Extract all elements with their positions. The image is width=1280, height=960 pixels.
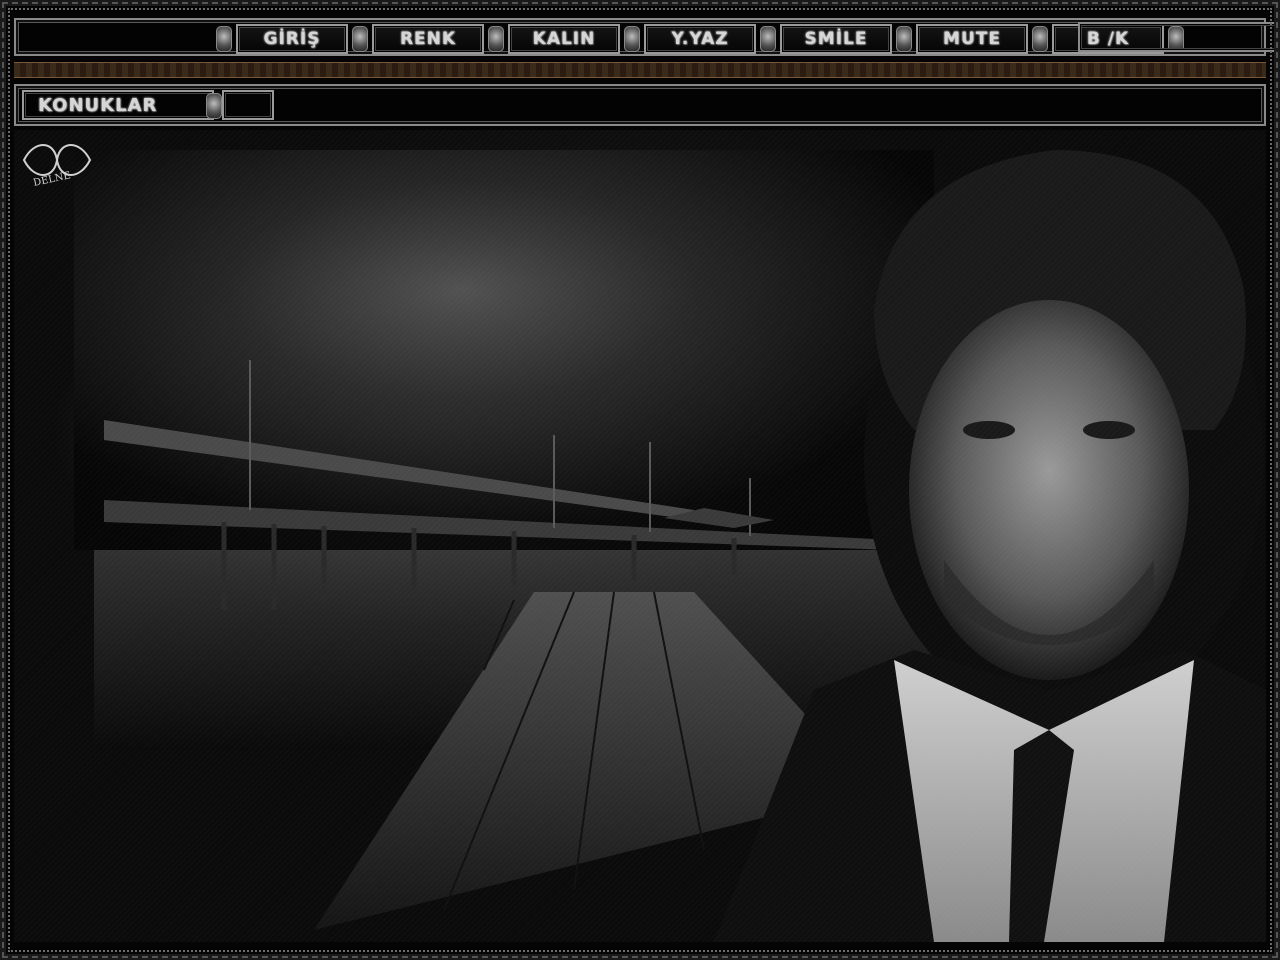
rivet-icon [1032,26,1048,52]
rivet-icon [488,26,504,52]
rivet-icon [352,26,368,52]
menu-item-yyaz[interactable]: Y.YAZ [644,24,756,54]
face [909,300,1189,680]
menu-empty-slot [1078,22,1278,52]
menu-item-mute[interactable]: MUTE [916,24,1028,54]
menu-list: GİRİŞ RENK KALIN Y.YAZ SMİLE MUTE B /K [216,20,1184,58]
svg-text:DELNE: DELNE [32,170,71,189]
rivet-icon [896,26,912,52]
menu-item-giris[interactable]: GİRİŞ [236,24,348,54]
top-menu-bar: GİRİŞ RENK KALIN Y.YAZ SMİLE MUTE B /K [14,18,1278,58]
rust-separator [14,62,1266,78]
background-scene: DELNE [14,130,1266,942]
guests-count-box [222,90,274,120]
menu-item-smile[interactable]: SMİLE [780,24,892,54]
signature-logo: DELNE [22,144,92,189]
guests-button[interactable]: KONUKLAR [22,90,214,120]
rivet-icon [760,26,776,52]
guests-bar: KONUKLAR [14,84,1266,126]
right-eye [1083,421,1135,439]
rivet-icon [216,26,232,52]
menu-item-kalin[interactable]: KALIN [508,24,620,54]
rivet-icon [206,93,222,119]
left-eye [963,421,1015,439]
rivet-icon [624,26,640,52]
menu-item-renk[interactable]: RENK [372,24,484,54]
scene-illustration [74,150,1266,942]
